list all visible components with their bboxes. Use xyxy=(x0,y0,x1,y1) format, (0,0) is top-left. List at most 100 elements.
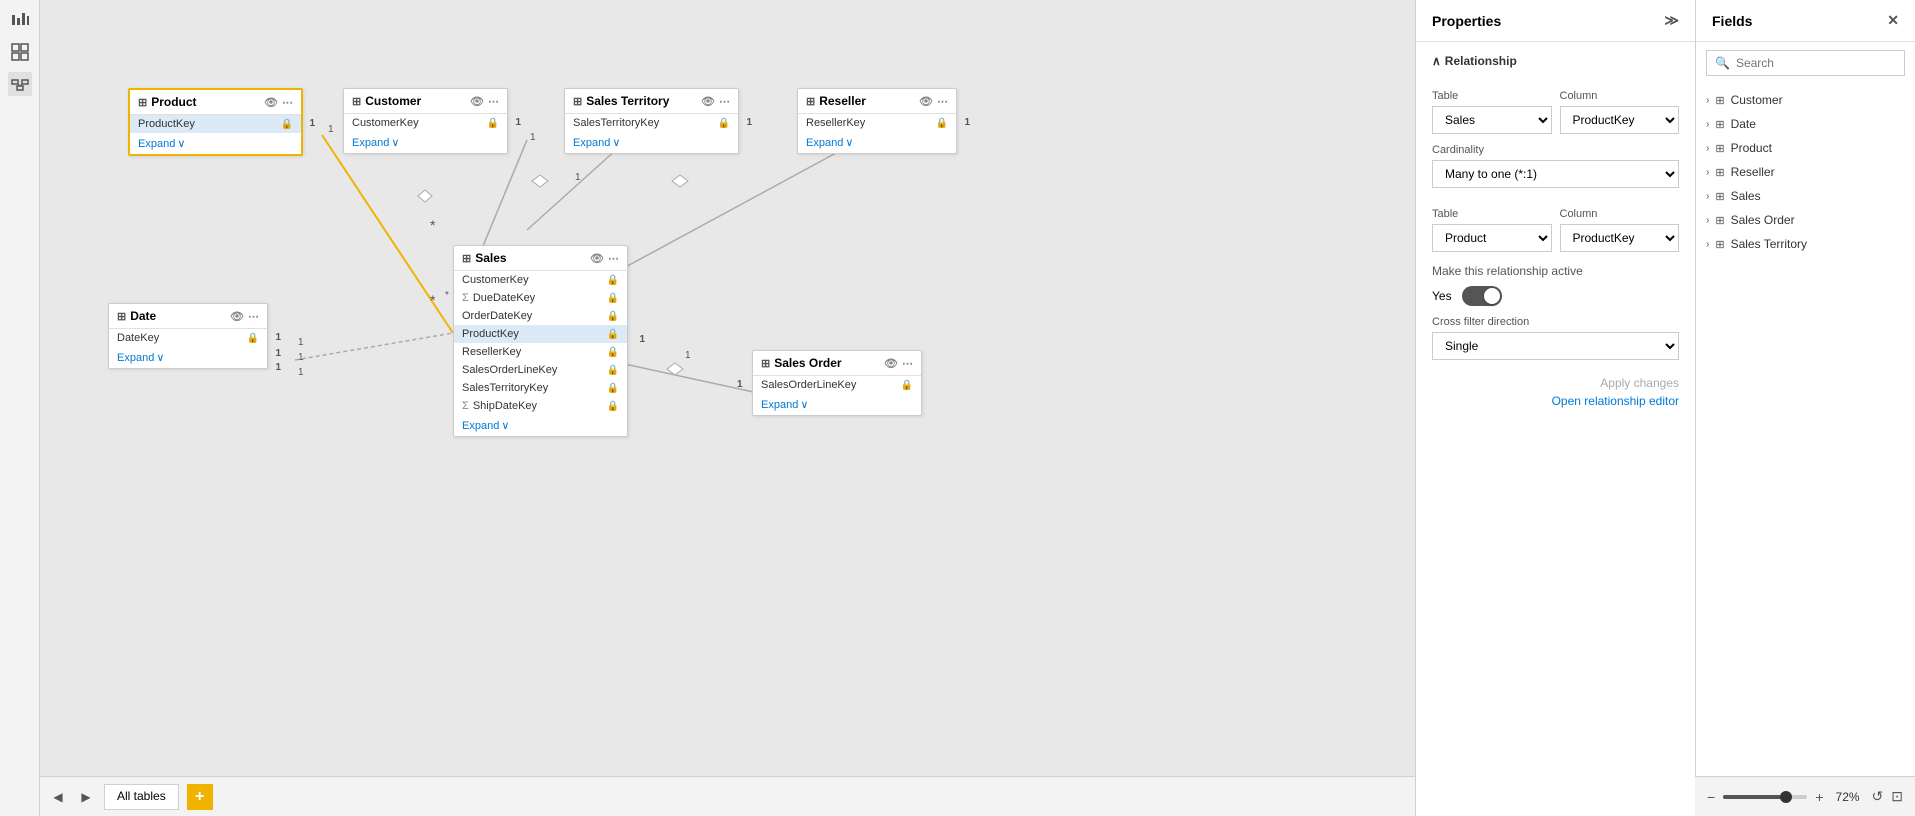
zoom-slider[interactable] xyxy=(1723,795,1807,799)
eye-icon[interactable]: 👁 xyxy=(701,95,715,108)
zoom-plus-button[interactable]: + xyxy=(1815,789,1823,805)
sidebar-icon-model[interactable] xyxy=(8,72,32,96)
select-column2[interactable]: ProductKey xyxy=(1560,224,1680,252)
expand-button[interactable]: Expand ∨ xyxy=(344,132,507,153)
table-icon: ⊞ xyxy=(1715,94,1724,107)
table-actions: 👁 ⋯ xyxy=(590,252,619,265)
more-icon[interactable]: ⋯ xyxy=(937,95,948,108)
hide-icon[interactable]: 🔒 xyxy=(607,275,619,286)
table-icon: ⊞ xyxy=(1715,142,1724,155)
chevron-right-icon: › xyxy=(1706,215,1709,226)
open-editor-link[interactable]: Open relationship editor xyxy=(1432,394,1679,408)
eye-icon[interactable]: 👁 xyxy=(470,95,484,108)
field-name: DueDateKey xyxy=(473,292,535,304)
eye-icon[interactable]: 👁 xyxy=(590,252,604,265)
table-row: SalesOrderLineKey 🔒 xyxy=(454,361,627,379)
hide-icon[interactable]: 🔒 xyxy=(718,118,730,129)
chevron-right-icon: › xyxy=(1706,119,1709,130)
search-input[interactable] xyxy=(1736,56,1896,70)
tab-all-tables[interactable]: All tables xyxy=(104,784,179,810)
zoom-reset-button[interactable]: ↺ xyxy=(1872,788,1884,805)
nav-right[interactable]: ▶ xyxy=(76,787,96,807)
form-row-1: Table Sales Column ProductKey xyxy=(1432,80,1679,134)
table-customer-header: ⊞ Customer 👁 ⋯ xyxy=(344,89,507,114)
hide-icon[interactable]: 🔒 xyxy=(607,347,619,358)
expand-button[interactable]: Expand ∨ xyxy=(798,132,956,153)
hide-icon[interactable]: 🔒 xyxy=(607,293,619,304)
field-item-reseller[interactable]: › ⊞ Reseller xyxy=(1696,160,1915,184)
expand-button[interactable]: Expand ∨ xyxy=(565,132,738,153)
more-icon[interactable]: ⋯ xyxy=(488,95,499,108)
select-table2[interactable]: Product xyxy=(1432,224,1552,252)
hide-icon[interactable]: 🔒 xyxy=(607,329,619,340)
hide-icon[interactable]: 🔒 xyxy=(607,311,619,322)
hide-icon[interactable]: 🔒 xyxy=(247,333,259,344)
more-icon[interactable]: ⋯ xyxy=(248,310,259,323)
select-table1[interactable]: Sales xyxy=(1432,106,1552,134)
table-icon: ⊞ xyxy=(1715,118,1724,131)
eye-icon[interactable]: 👁 xyxy=(919,95,933,108)
field-item-sales-order[interactable]: › ⊞ Sales Order xyxy=(1696,208,1915,232)
fields-close-button[interactable]: ✕ xyxy=(1887,12,1899,29)
expand-button[interactable]: Expand ∨ xyxy=(130,133,301,154)
toggle-row: Yes xyxy=(1432,286,1679,306)
cardinality-1-right: 1 xyxy=(309,118,315,129)
select-cross-filter[interactable]: Single xyxy=(1432,332,1679,360)
table-icon: ⊞ xyxy=(573,95,582,108)
more-icon[interactable]: ⋯ xyxy=(282,96,293,109)
table-icon: ⊞ xyxy=(1715,166,1724,179)
form-col-table1: Table Sales xyxy=(1432,80,1552,134)
expand-button[interactable]: Expand ∨ xyxy=(753,394,921,415)
nav-left[interactable]: ◀ xyxy=(48,787,68,807)
hide-icon[interactable]: 🔒 xyxy=(607,365,619,376)
eye-icon[interactable]: 👁 xyxy=(230,310,244,323)
eye-icon[interactable]: 👁 xyxy=(884,357,898,370)
table-reseller: ⊞ Reseller 👁 ⋯ ResellerKey 🔒 Expand ∨ 1 xyxy=(797,88,957,154)
label-cross-filter: Cross filter direction xyxy=(1432,316,1679,328)
table-icon: ⊞ xyxy=(117,310,126,323)
field-item-sales[interactable]: › ⊞ Sales xyxy=(1696,184,1915,208)
chevron-right-icon[interactable]: ≫ xyxy=(1664,12,1679,29)
label-table1: Table xyxy=(1432,90,1552,102)
chevron-up-icon: ∧ xyxy=(1432,54,1441,68)
field-label: Sales Territory xyxy=(1731,237,1807,251)
apply-changes-button[interactable]: Apply changes xyxy=(1432,376,1679,390)
active-toggle[interactable] xyxy=(1462,286,1502,306)
table-date-header: ⊞ Date 👁 ⋯ xyxy=(109,304,267,329)
left-sidebar xyxy=(0,0,40,816)
tab-add-button[interactable]: + xyxy=(187,784,213,810)
more-icon[interactable]: ⋯ xyxy=(608,252,619,265)
select-column1[interactable]: ProductKey xyxy=(1560,106,1680,134)
hide-icon[interactable]: 🔒 xyxy=(487,118,499,129)
eye-icon[interactable]: 👁 xyxy=(264,96,278,109)
chevron-right-icon: › xyxy=(1706,191,1709,202)
field-item-product[interactable]: › ⊞ Product xyxy=(1696,136,1915,160)
hide-icon[interactable]: 🔒 xyxy=(281,119,293,130)
hide-icon[interactable]: 🔒 xyxy=(901,380,913,391)
active-label: Make this relationship active xyxy=(1432,264,1679,278)
expand-button[interactable]: Expand ∨ xyxy=(454,415,627,436)
hide-icon[interactable]: 🔒 xyxy=(607,383,619,394)
field-item-sales-territory[interactable]: › ⊞ Sales Territory xyxy=(1696,232,1915,256)
sidebar-icon-report[interactable] xyxy=(8,8,32,32)
field-item-date[interactable]: › ⊞ Date xyxy=(1696,112,1915,136)
expand-button[interactable]: Expand ∨ xyxy=(109,347,267,368)
table-actions: 👁 ⋯ xyxy=(884,357,913,370)
table-icon: ⊞ xyxy=(352,95,361,108)
table-customer: ⊞ Customer 👁 ⋯ CustomerKey 🔒 Expand ∨ 1 xyxy=(343,88,508,154)
hide-icon[interactable]: 🔒 xyxy=(607,401,619,412)
table-title: Reseller xyxy=(819,94,915,108)
table-title: Product xyxy=(151,95,260,109)
table-title: Customer xyxy=(365,94,466,108)
select-cardinality[interactable]: Many to one (*:1) xyxy=(1432,160,1679,188)
table-row: SalesTerritoryKey 🔒 xyxy=(565,114,738,132)
more-icon[interactable]: ⋯ xyxy=(719,95,730,108)
hide-icon[interactable]: 🔒 xyxy=(936,118,948,129)
field-item-customer[interactable]: › ⊞ Customer xyxy=(1696,88,1915,112)
zoom-fit-button[interactable]: ⊡ xyxy=(1891,788,1903,805)
table-row: ResellerKey 🔒 xyxy=(798,114,956,132)
zoom-minus-button[interactable]: − xyxy=(1707,789,1715,805)
more-icon[interactable]: ⋯ xyxy=(902,357,913,370)
sidebar-icon-data[interactable] xyxy=(8,40,32,64)
table-row: ProductKey 🔒 xyxy=(130,115,301,133)
